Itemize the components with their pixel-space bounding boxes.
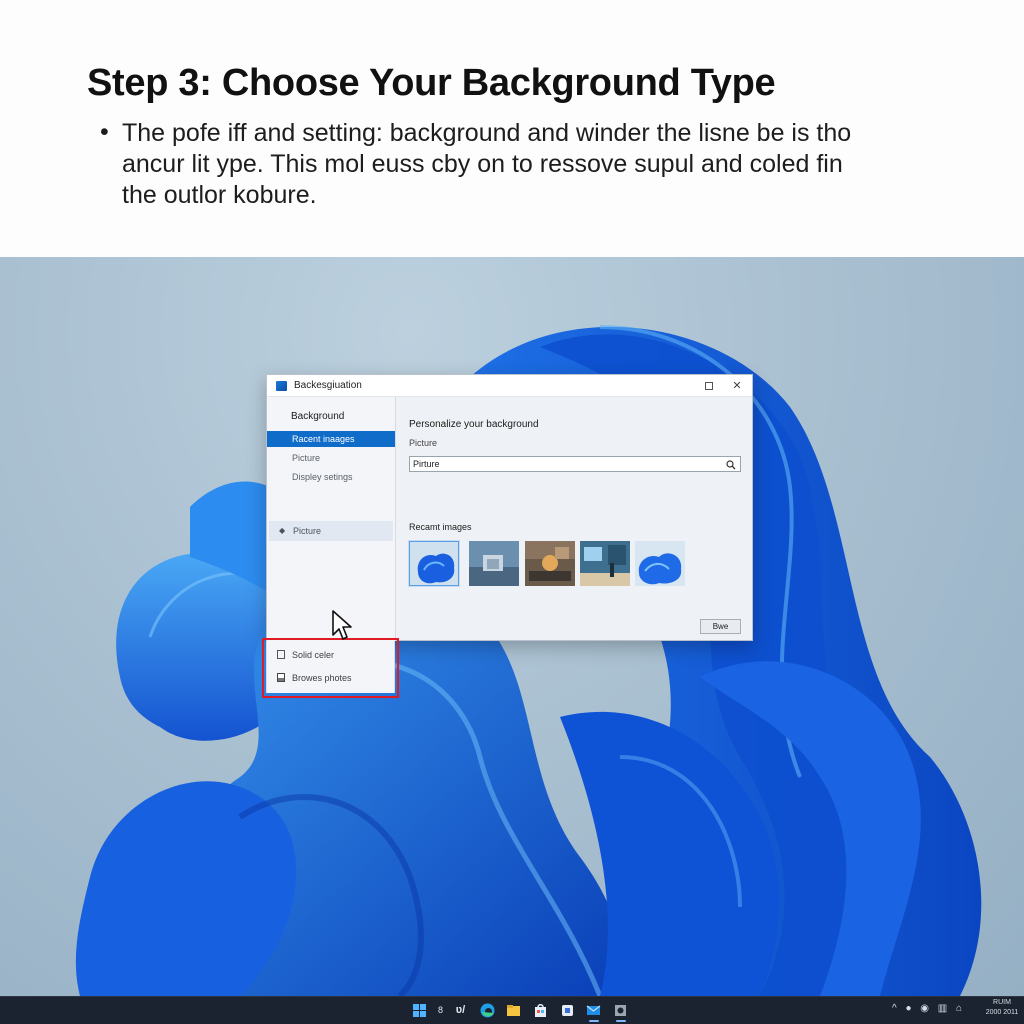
sidebar-heading: Background [291, 411, 345, 422]
landscape-thumbnail-image [469, 541, 519, 586]
clock[interactable]: RUIM 2000 2011 [982, 998, 1022, 1018]
active-indicator [589, 1020, 599, 1022]
edge-icon[interactable] [479, 1002, 496, 1019]
recent-images-label: Recamt images [409, 522, 472, 532]
picture-field-value: Pirture [413, 459, 440, 469]
recent-image-thumbnail[interactable] [580, 541, 630, 586]
settings-icon[interactable] [612, 1002, 629, 1019]
start-icon[interactable] [411, 1002, 428, 1019]
tutorial-header: Step 3: Choose Your Background Type • Th… [0, 0, 1024, 257]
search-icon[interactable]: 8 [432, 1002, 449, 1019]
recent-image-thumbnail[interactable] [469, 541, 519, 586]
step-description-line: The pofe iff and setting: background and… [122, 119, 852, 147]
picture-search-field[interactable]: Pirture [409, 456, 741, 472]
maximize-icon [705, 382, 713, 390]
clock-date: 2000 2011 [985, 1009, 1019, 1016]
window-title: Backesgiuation [294, 380, 362, 391]
step-description-line: ancur lit ype. This mol euss cby on to r… [122, 150, 843, 178]
interior-thumbnail-image [525, 541, 575, 586]
copilot-icon[interactable]: ʋ/ [452, 1002, 469, 1019]
dropdown-selected-value: Picture [293, 526, 322, 536]
teams-icon[interactable] [559, 1002, 576, 1019]
maximize-button[interactable] [697, 377, 721, 395]
chevron-updown-icon: ◆ [279, 526, 286, 535]
close-button[interactable]: ✕ [725, 377, 749, 395]
clock-time: RUIM [993, 999, 1011, 1006]
save-button[interactable]: Bwe [700, 619, 741, 634]
bloom-thumbnail-image [635, 541, 685, 586]
taskbar: 8 ʋ/ ^ ● ◉ ▥ ⌂ RUIM 2000 2011 [0, 996, 1024, 1024]
bloom-thumbnail-image [410, 542, 458, 585]
bullet: • [100, 118, 109, 146]
highlight-box [262, 638, 399, 698]
recent-image-thumbnail[interactable] [525, 541, 575, 586]
recent-image-thumbnail[interactable] [635, 541, 685, 586]
background-settings-window[interactable]: Backesgiuation ✕ Background Racent inaag… [266, 374, 753, 641]
sidebar-item-recent-images[interactable]: Racent inaages [267, 431, 395, 447]
background-type-dropdown[interactable]: ◆ Picture [269, 521, 393, 541]
tutorial-slide: Step 3: Choose Your Background Type • Th… [0, 0, 1024, 1024]
system-tray-icons[interactable]: ^ ● ◉ ▥ ⌂ [892, 1003, 965, 1014]
picture-label: Picture [409, 438, 438, 448]
store-icon[interactable] [532, 1002, 549, 1019]
main-heading: Personalize your background [409, 419, 539, 430]
mail-icon[interactable] [585, 1002, 602, 1019]
window-titlebar[interactable]: Backesgiuation ✕ [267, 375, 752, 397]
step-description: The pofe iff and setting: background and… [122, 118, 922, 211]
step-description-line: the outlor kobure. [122, 181, 317, 209]
settings-sidebar: Background Racent inaages Picture Disple… [267, 397, 396, 641]
sidebar-item-picture[interactable]: Picture [267, 450, 395, 466]
mouse-pointer-icon [332, 610, 352, 640]
blue-interior-thumbnail-image [580, 541, 630, 586]
recent-image-thumbnail[interactable] [409, 541, 459, 586]
sidebar-item-display-settings[interactable]: Displey setings [267, 469, 395, 485]
app-icon [276, 381, 287, 391]
step-title: Step 3: Choose Your Background Type [87, 62, 776, 104]
active-indicator [616, 1020, 626, 1022]
file-explorer-icon[interactable] [505, 1002, 522, 1019]
search-icon[interactable] [726, 460, 736, 470]
